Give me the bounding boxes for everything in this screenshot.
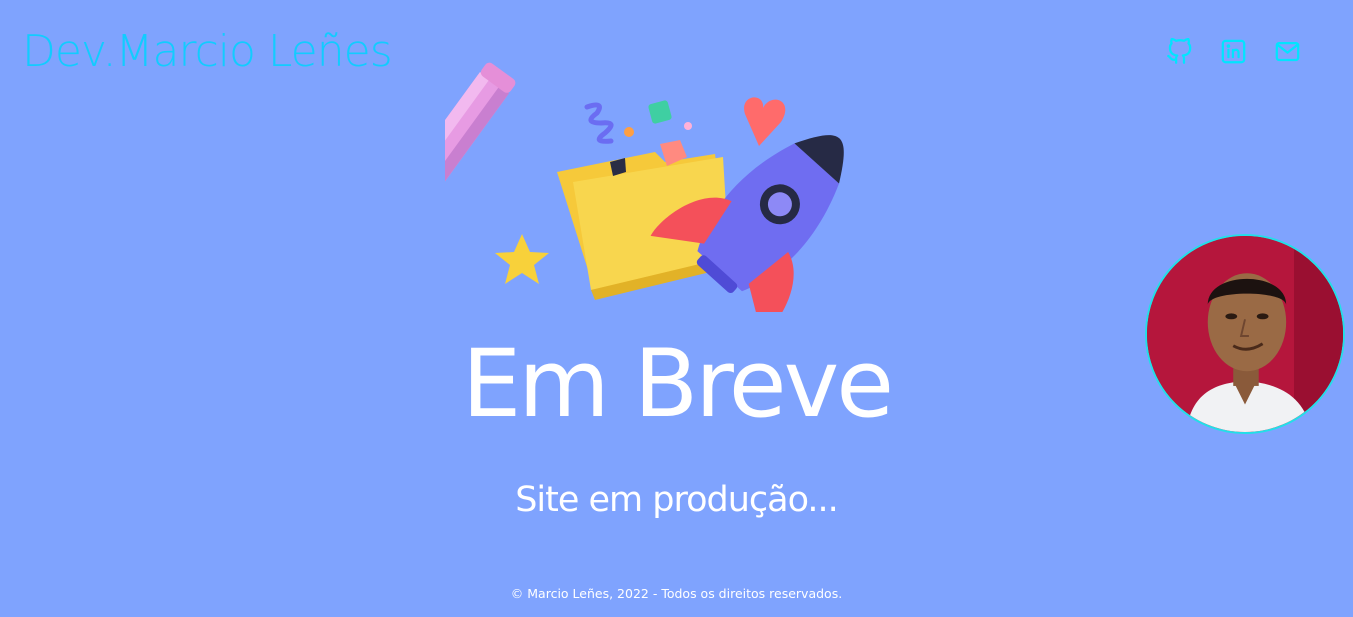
coming-soon-page: Dev.Marcio Leñes Em Breve Site em produç… [0, 0, 1353, 617]
social-links [1166, 38, 1301, 65]
star-decoration [495, 234, 549, 284]
avatar [1145, 234, 1345, 434]
cube-decoration [648, 100, 672, 124]
spiral-decoration [584, 102, 614, 144]
footer-copyright: © Marcio Leñes, 2022 - Todos os direitos… [510, 586, 843, 601]
page-subtitle: Site em produção... [515, 480, 839, 520]
linkedin-icon [1221, 39, 1246, 64]
heart-decoration [744, 97, 786, 146]
profile-photo [1147, 236, 1343, 432]
hero-illustration [445, 62, 844, 312]
email-link[interactable] [1274, 38, 1301, 65]
mail-icon [1275, 41, 1300, 62]
github-icon [1167, 38, 1192, 64]
brand-logo-text[interactable]: Dev.Marcio Leñes [22, 26, 393, 78]
linkedin-link[interactable] [1220, 38, 1247, 65]
github-link[interactable] [1166, 38, 1193, 65]
pencil-illustration [445, 62, 516, 215]
